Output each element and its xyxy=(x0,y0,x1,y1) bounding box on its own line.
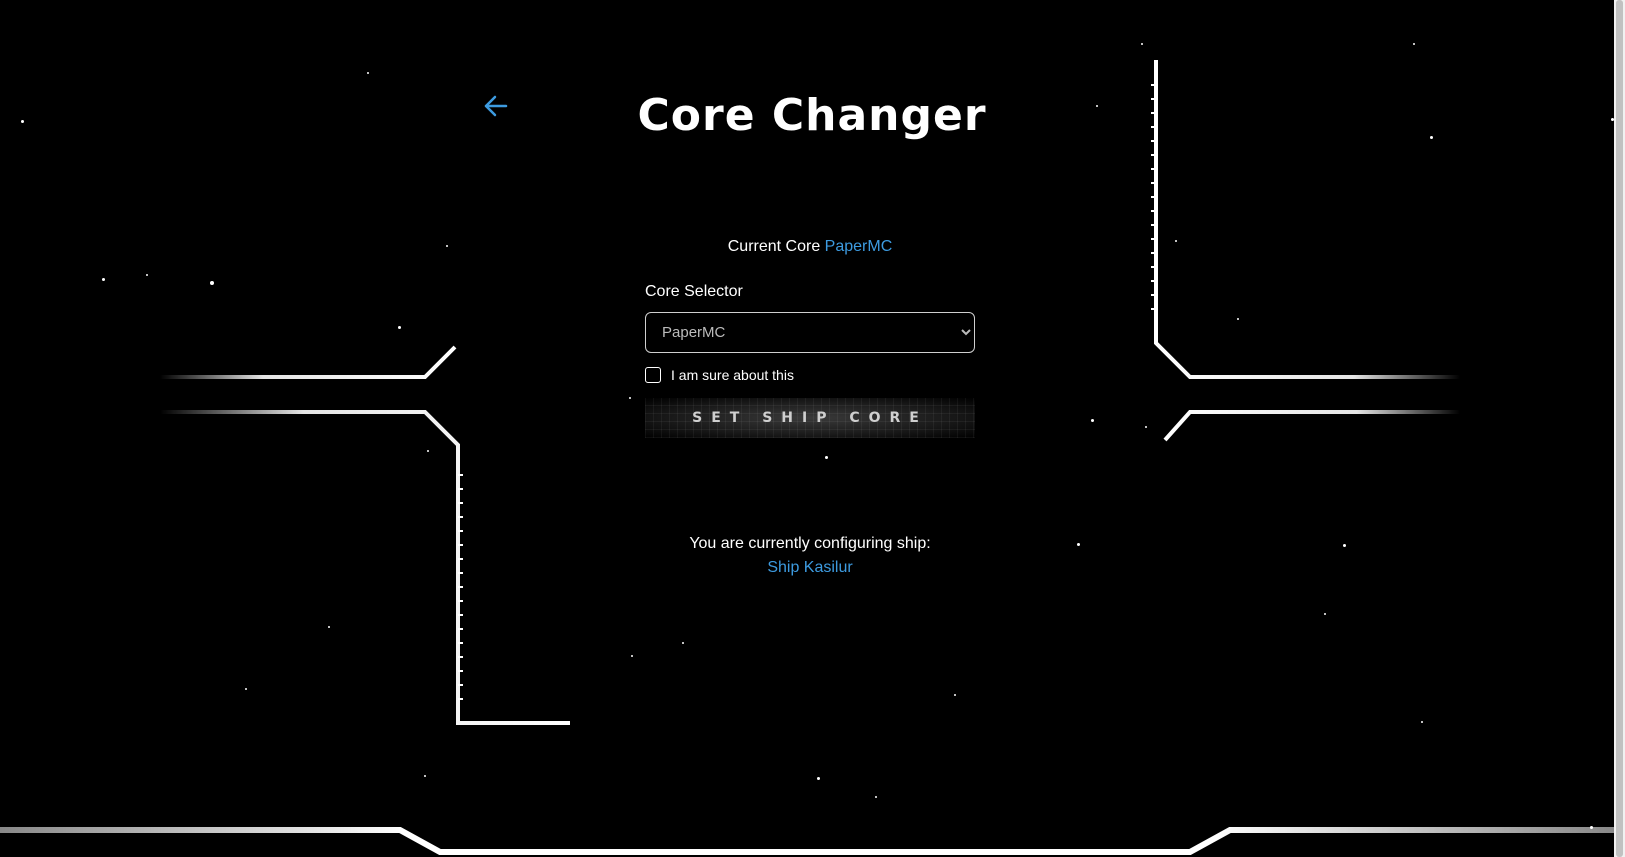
star xyxy=(424,775,426,777)
core-selector-label: Core Selector xyxy=(645,283,743,300)
star xyxy=(146,274,148,276)
star xyxy=(1430,136,1433,139)
current-core-label: Current Core xyxy=(727,238,821,255)
scrollbar[interactable] xyxy=(1614,0,1625,857)
back-button[interactable] xyxy=(482,92,510,120)
star xyxy=(1175,240,1177,242)
star xyxy=(1141,43,1143,45)
confirm-row: I am sure about this xyxy=(645,367,794,383)
ship-info: You are currently configuring ship: Ship… xyxy=(620,532,1000,580)
arrow-left-icon xyxy=(484,95,508,117)
ship-info-label: You are currently configuring ship: xyxy=(689,535,931,552)
star xyxy=(631,655,633,657)
star xyxy=(954,694,956,696)
star xyxy=(328,626,330,628)
confirm-label: I am sure about this xyxy=(671,367,794,383)
star xyxy=(21,120,24,123)
star xyxy=(1421,721,1423,723)
star xyxy=(875,796,877,798)
star xyxy=(1413,43,1415,45)
star xyxy=(817,777,820,780)
star xyxy=(446,245,448,247)
star xyxy=(825,456,828,459)
current-core-value: PaperMC xyxy=(824,238,893,255)
current-core: Current Core PaperMC xyxy=(645,238,975,256)
star xyxy=(1324,613,1326,615)
star xyxy=(1096,105,1098,107)
star xyxy=(1091,419,1094,422)
core-selector-dropdown[interactable]: PaperMC xyxy=(645,312,975,353)
star xyxy=(1343,544,1346,547)
ship-name[interactable]: Ship Kasilur xyxy=(620,556,1000,580)
scrollbar-thumb[interactable] xyxy=(1616,0,1623,857)
star xyxy=(367,72,369,74)
star xyxy=(1145,426,1147,428)
star xyxy=(102,278,105,281)
confirm-checkbox[interactable] xyxy=(645,367,661,383)
star xyxy=(427,450,429,452)
set-ship-core-button[interactable]: SET SHIP CORE xyxy=(645,398,975,438)
star xyxy=(1077,543,1080,546)
star xyxy=(1237,318,1239,320)
star xyxy=(245,688,247,690)
star xyxy=(210,281,214,285)
core-changer-page: Core Changer Current Core PaperMC Core S… xyxy=(0,0,1625,857)
star xyxy=(629,397,631,399)
star xyxy=(1590,826,1593,829)
page-title: Core Changer xyxy=(637,90,987,140)
star xyxy=(398,326,401,329)
star xyxy=(682,642,684,644)
